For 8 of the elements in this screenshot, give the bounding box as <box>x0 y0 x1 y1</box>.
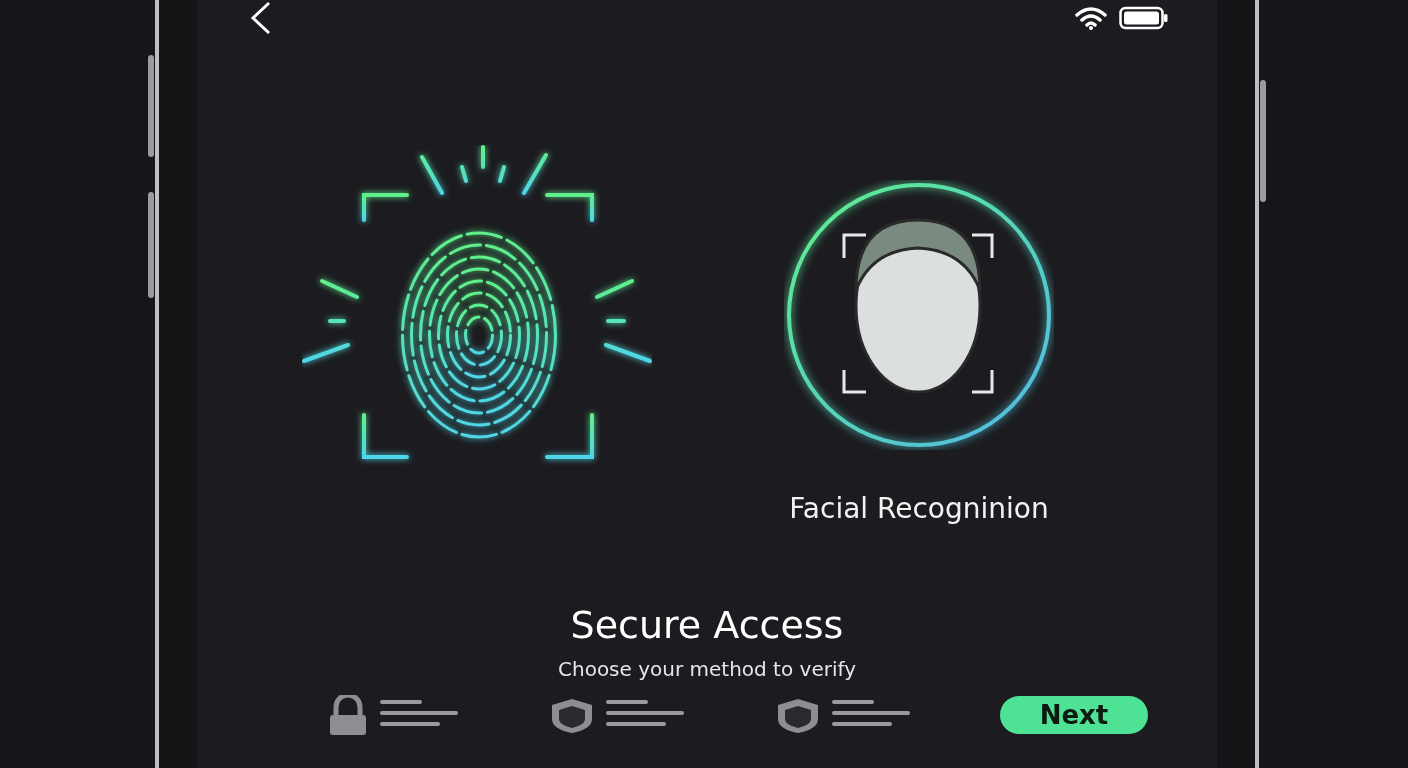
method-label: Facial Recogninion <box>789 492 1049 525</box>
next-button[interactable]: Next <box>999 696 1149 734</box>
battery-icon <box>1119 6 1169 30</box>
face-scan-drawing[interactable] <box>784 180 1054 450</box>
screen-title: Secure Access <box>569 603 845 647</box>
screen-subtitle: Choose your method to verify <box>557 657 857 681</box>
back-button[interactable] <box>249 1 273 35</box>
wifi-icon <box>1075 6 1107 30</box>
